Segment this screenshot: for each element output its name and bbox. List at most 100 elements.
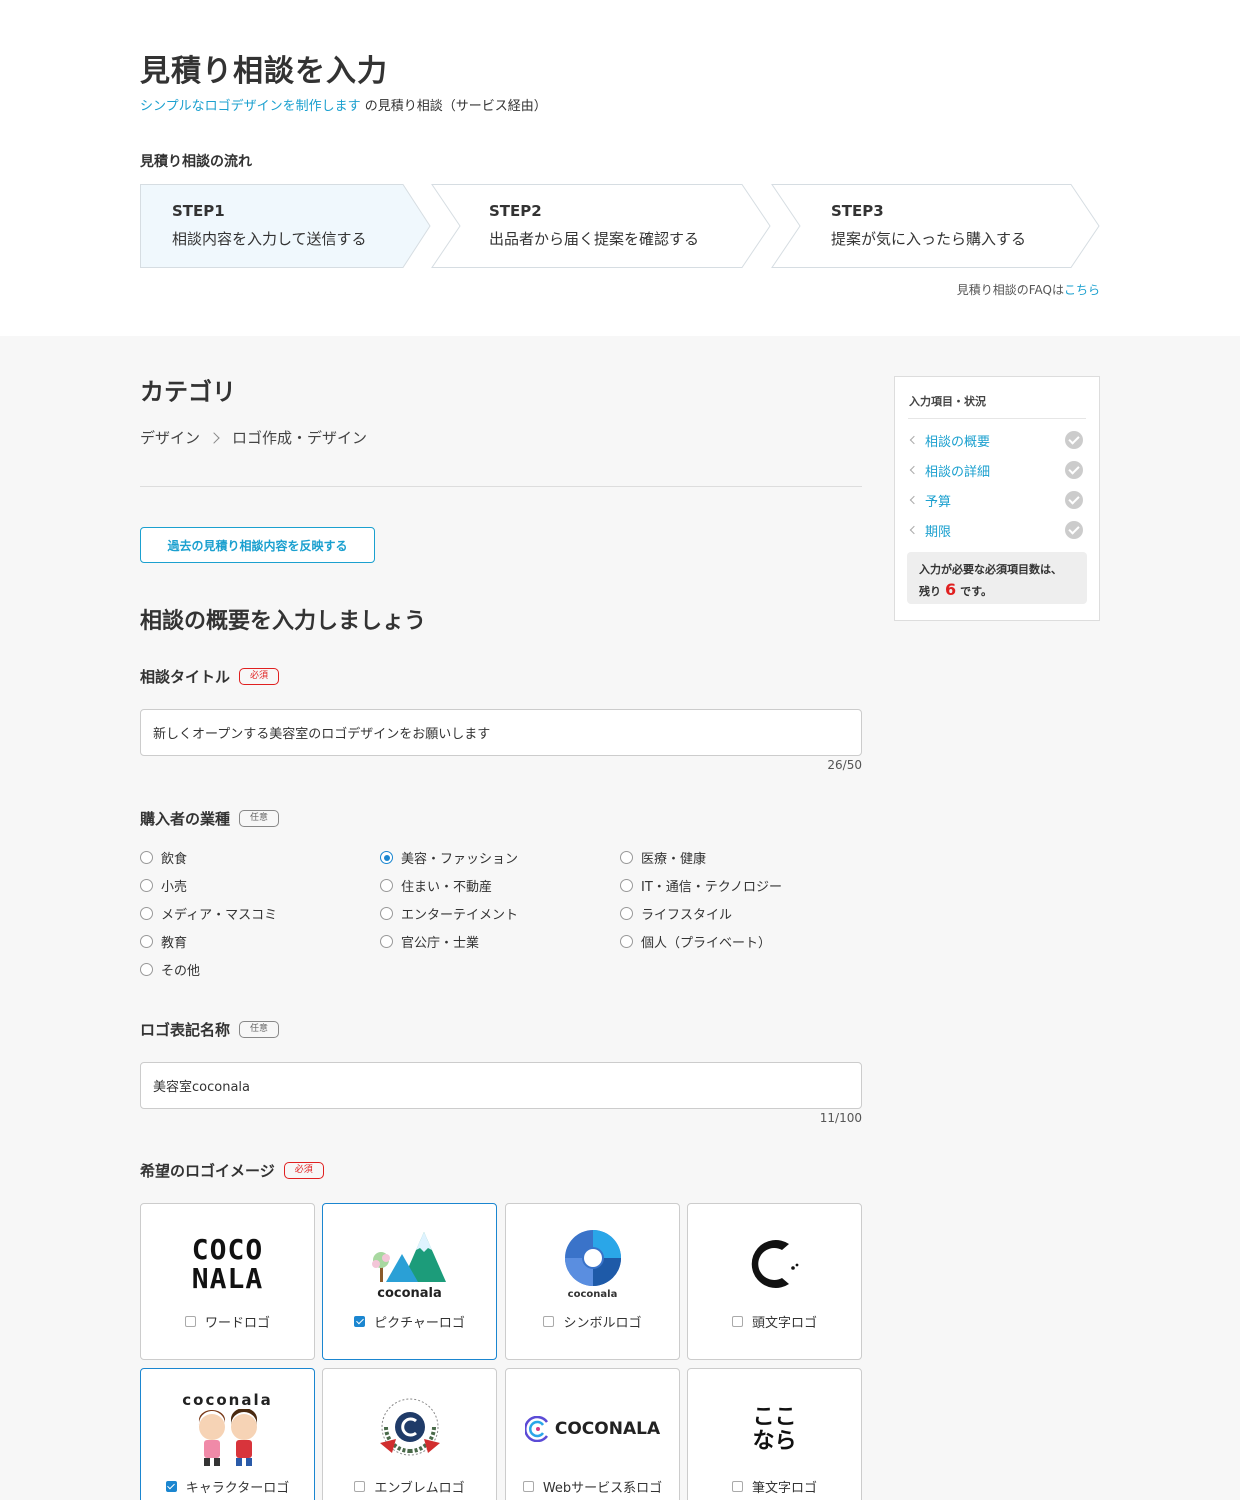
industry-option[interactable]: その他 xyxy=(140,960,200,979)
category-heading: カテゴリ xyxy=(140,378,236,406)
logo-option-card[interactable]: COCONALA Webサービス系ロゴ xyxy=(505,1368,680,1500)
industry-option[interactable]: エンターテイメント xyxy=(380,904,518,923)
title-label-text: 相談タイトル xyxy=(140,668,231,686)
step-3-number: STEP3 xyxy=(831,202,884,220)
sidebar-item-budget[interactable]: 予算 xyxy=(909,490,1089,510)
flow-title: 見積り相談の流れ xyxy=(140,154,252,170)
overview-heading: 相談の概要を入力しましょう xyxy=(140,609,427,634)
logo-option-card[interactable]: COCO NALA ワードロゴ xyxy=(140,1203,315,1360)
radio-button[interactable] xyxy=(620,907,633,920)
radio-button[interactable] xyxy=(140,879,153,892)
breadcrumb-parent: デザイン xyxy=(140,429,201,447)
page-subtitle: シンプルなロゴデザインを制作します の見積り相談（サービス経由） xyxy=(140,95,547,114)
industry-option[interactable]: ライフスタイル xyxy=(620,904,732,923)
radio-button[interactable] xyxy=(620,851,633,864)
logo-option-caption: 頭文字ロゴ xyxy=(688,1312,861,1331)
required-badge: 必須 xyxy=(239,668,280,685)
logo-option-card[interactable]: coconala キャラクターロゴ xyxy=(140,1368,315,1500)
optional-badge: 任意 xyxy=(239,810,280,827)
logo-name-input[interactable] xyxy=(140,1062,862,1109)
logo-option-card[interactable]: coconala シンボルロゴ xyxy=(505,1203,680,1360)
industry-option[interactable]: 教育 xyxy=(140,932,187,951)
web-service-logo-text: COCONALA xyxy=(554,1419,661,1439)
logo-option-caption: ピクチャーロゴ xyxy=(323,1312,496,1331)
industry-option[interactable]: 官公庁・士業 xyxy=(380,932,479,951)
checkbox[interactable] xyxy=(731,1316,743,1327)
logo-option-card[interactable]: ここ なら 筆文字ロゴ xyxy=(687,1368,862,1500)
concentric-c-icon xyxy=(524,1416,548,1442)
logo-option-card[interactable]: 頭文字ロゴ xyxy=(687,1203,862,1360)
chevron-left-icon xyxy=(909,495,919,505)
faq-link[interactable]: こちら xyxy=(1064,283,1100,297)
radio-button[interactable] xyxy=(380,907,393,920)
checkbox[interactable] xyxy=(731,1481,743,1492)
radio-button[interactable] xyxy=(140,935,153,948)
logo-option-caption: シンボルロゴ xyxy=(506,1312,679,1331)
logo-option-label: キャラクターロゴ xyxy=(185,1481,290,1496)
step-1: STEP1 相談内容を入力して送信する xyxy=(172,202,367,249)
industry-option[interactable]: 美容・ファッション xyxy=(380,848,518,867)
checkbox-checked[interactable] xyxy=(165,1481,177,1492)
word-logo-line-1: COCO xyxy=(191,1233,264,1266)
brush-logo-sample: ここ なら xyxy=(688,1387,861,1471)
subtitle-suffix: の見積り相談（サービス経由） xyxy=(364,99,547,114)
radio-button[interactable] xyxy=(620,935,633,948)
sidebar-item-label: 相談の概要 xyxy=(925,434,991,450)
industry-option[interactable]: 小売 xyxy=(140,876,187,895)
logo-option-caption: 筆文字ロゴ xyxy=(688,1477,861,1496)
step-flow: STEP1 相談内容を入力して送信する STEP2 出品者から届く提案を確認する… xyxy=(140,184,1102,268)
industry-option-label: 住まい・不動産 xyxy=(401,880,493,895)
check-circle-icon xyxy=(1065,491,1083,509)
header-section: 見積り相談を入力 シンプルなロゴデザインを制作します の見積り相談（サービス経由… xyxy=(0,0,1240,336)
apply-past-request-button[interactable]: 過去の見積り相談内容を反映する xyxy=(140,527,375,563)
title-input[interactable] xyxy=(140,709,862,756)
industry-option[interactable]: 医療・健康 xyxy=(620,848,706,867)
radio-button[interactable] xyxy=(140,963,153,976)
sidebar-item-deadline[interactable]: 期限 xyxy=(909,520,1089,540)
logo-option-label: 頭文字ロゴ xyxy=(751,1316,817,1331)
sidebar-item-details[interactable]: 相談の詳細 xyxy=(909,460,1089,480)
radio-button[interactable] xyxy=(620,879,633,892)
industry-option-label: 医療・健康 xyxy=(641,852,707,867)
logo-option-caption: エンブレムロゴ xyxy=(323,1477,496,1496)
radio-button-selected[interactable] xyxy=(380,851,393,864)
industry-option[interactable]: 個人（プライベート） xyxy=(620,932,771,951)
radio-button[interactable] xyxy=(380,935,393,948)
sidebar-item-overview[interactable]: 相談の概要 xyxy=(909,430,1089,450)
checkbox[interactable] xyxy=(543,1316,555,1327)
step-2-number: STEP2 xyxy=(489,202,542,220)
mountain-tree-icon xyxy=(371,1231,446,1282)
radio-button[interactable] xyxy=(140,907,153,920)
industry-option[interactable]: メディア・マスコミ xyxy=(140,904,277,923)
checkbox[interactable] xyxy=(184,1316,196,1327)
optional-badge: 任意 xyxy=(239,1021,280,1038)
sidebar-item-label: 予算 xyxy=(925,494,952,510)
remaining-mid: 残り xyxy=(919,585,941,598)
industry-option[interactable]: 飲食 xyxy=(140,848,187,867)
emblem-icon xyxy=(379,1398,440,1456)
logo-name-char-counter: 11/100 xyxy=(819,1111,862,1125)
chevron-left-icon xyxy=(909,435,919,445)
title-char-counter: 26/50 xyxy=(827,758,862,772)
remaining-count: 6 xyxy=(945,580,957,599)
radio-button[interactable] xyxy=(140,851,153,864)
industry-option[interactable]: IT・通信・テクノロジー xyxy=(620,876,782,895)
check-circle-icon xyxy=(1065,431,1083,449)
radio-button[interactable] xyxy=(380,879,393,892)
industry-option[interactable]: 住まい・不動産 xyxy=(380,876,492,895)
checkbox[interactable] xyxy=(522,1481,534,1492)
logo-name-field-label: ロゴ表記名称 任意 xyxy=(140,1019,280,1040)
logo-option-card[interactable]: coconala ピクチャーロゴ xyxy=(322,1203,497,1360)
logo-option-label: エンブレムロゴ xyxy=(374,1481,465,1496)
logo-option-label: 筆文字ロゴ xyxy=(751,1481,817,1496)
logo-option-card[interactable]: エンブレムロゴ xyxy=(322,1368,497,1500)
checkbox-checked[interactable] xyxy=(354,1316,366,1327)
initial-logo-sample xyxy=(688,1222,861,1306)
breadcrumb-child: ロゴ作成・デザイン xyxy=(232,429,368,447)
service-link[interactable]: シンプルなロゴデザインを制作します xyxy=(140,99,361,114)
remaining-suffix: です。 xyxy=(960,585,993,598)
character-icon xyxy=(198,1409,257,1466)
checkbox[interactable] xyxy=(354,1481,366,1492)
logo-option-caption: ワードロゴ xyxy=(141,1312,314,1331)
industry-option-label: メディア・マスコミ xyxy=(161,908,278,923)
